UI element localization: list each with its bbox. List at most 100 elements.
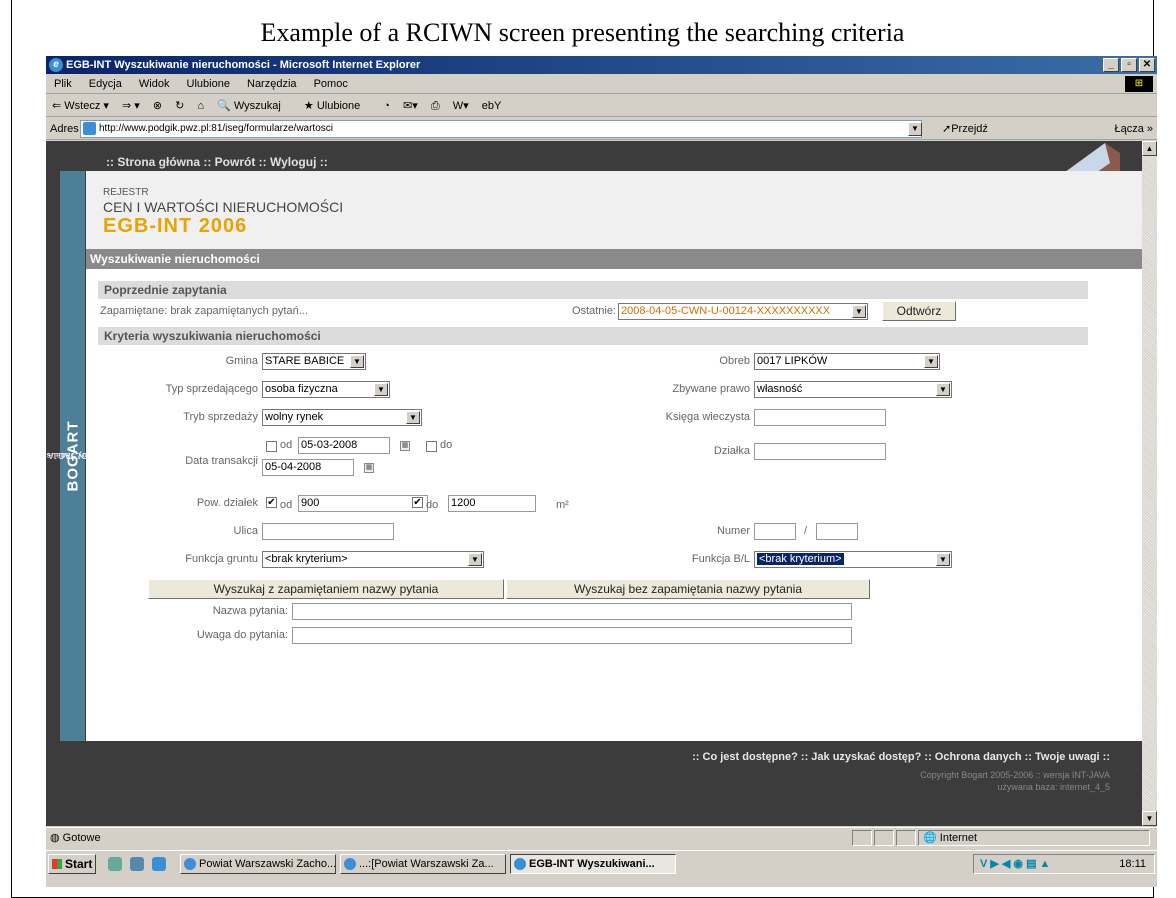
- task-powiat-1[interactable]: Powiat Warszawski Zacho...: [180, 854, 336, 874]
- tryb-select[interactable]: wolny rynek ▼: [262, 409, 422, 426]
- menu-favorites[interactable]: Ulubione: [187, 78, 230, 90]
- funkcja-gruntu-select[interactable]: <brak kryterium> ▼: [262, 551, 484, 568]
- address-bar: Adres http://www.podgik.pwz.pl:81/iseg/f…: [46, 118, 1157, 140]
- ulica-label: Ulica: [233, 525, 258, 537]
- slide-frame: Example of a RCIWN screen presenting the…: [11, 0, 1157, 898]
- footer-links[interactable]: :: Co jest dostępne? :: Jak uzyskać dost…: [692, 751, 1110, 763]
- forward-button[interactable]: ⇒ ▾: [122, 100, 140, 112]
- area-from-label: od: [280, 499, 293, 511]
- typ-select[interactable]: osoba fizyczna ▼: [262, 381, 390, 398]
- section-title: Wyszukiwanie nieruchomości: [86, 249, 1142, 269]
- go-button[interactable]: ➚Przejdź: [942, 118, 988, 140]
- date-to-checkbox[interactable]: [426, 441, 437, 452]
- numer-label: Numer: [716, 525, 750, 537]
- funkcja-bl-select[interactable]: <brak kryterium> ▼: [754, 551, 952, 568]
- area-from-input[interactable]: 900: [298, 495, 428, 512]
- menu-help[interactable]: Pomoc: [314, 78, 348, 90]
- area-to-checkbox[interactable]: ✔: [412, 497, 423, 508]
- task-powiat-2[interactable]: ...:[Powiat Warszawski Za...: [340, 854, 506, 874]
- windows-logo-icon: ⊞: [1125, 76, 1153, 92]
- header-register: REJESTR: [103, 187, 149, 198]
- tray-icons[interactable]: V⁠⁠ ▶ ◀ ◉ ▤ ▲: [980, 855, 1050, 873]
- funkcja-gruntu-label: Funkcja gruntu: [185, 553, 258, 565]
- ie-quick-icon[interactable]: [152, 857, 166, 871]
- stop-icon[interactable]: ⊗: [153, 100, 162, 112]
- main-panel: REJESTR CEN I WARTOŚCI NIERUCHOMOŚCI EGB…: [86, 171, 1142, 741]
- menu-edit[interactable]: Edycja: [89, 78, 122, 90]
- search-without-save-button[interactable]: Wyszukaj bez zapamiętania nazwy pytania: [506, 579, 870, 599]
- system-tray: V⁠⁠ ▶ ◀ ◉ ▤ ▲ 18:11: [973, 854, 1155, 874]
- refresh-icon[interactable]: ↻: [175, 100, 184, 112]
- page-icon: [83, 122, 96, 135]
- dzialka-input[interactable]: [754, 443, 886, 460]
- vertical-scrollbar[interactable]: ▲ ▼: [1142, 141, 1157, 826]
- print-icon[interactable]: ⎙: [431, 100, 440, 112]
- back-button[interactable]: ⇐ Wstecz ▾: [52, 100, 109, 112]
- uwaga-input[interactable]: [292, 627, 852, 644]
- ebay-icon[interactable]: ebY: [482, 100, 502, 112]
- pow-label: Pow. działek: [196, 497, 258, 509]
- last-label: Ostatnie:: [572, 305, 617, 317]
- maximize-button[interactable]: ▫: [1121, 58, 1137, 72]
- previous-queries-title: Poprzednie zapytania: [98, 281, 1088, 299]
- menu-bar: Plik Edycja Widok Ulubione Narzędzia Pom…: [46, 74, 1157, 94]
- scroll-up-button[interactable]: ▲: [1142, 141, 1157, 156]
- clock: 18:11: [1119, 858, 1146, 870]
- minimize-button[interactable]: _: [1103, 58, 1119, 72]
- outlook-icon[interactable]: [130, 857, 144, 871]
- ulica-input[interactable]: [262, 523, 394, 540]
- address-dropdown-icon[interactable]: ▼: [908, 122, 922, 136]
- address-input[interactable]: http://www.podgik.pwz.pl:81/iseg/formula…: [80, 120, 922, 138]
- uwaga-label: Uwaga do pytania:: [196, 629, 288, 641]
- date-from-checkbox[interactable]: [266, 441, 277, 452]
- task-egb-int[interactable]: EGB-INT Wyszukiwani...: [510, 854, 676, 874]
- app-header: REJESTR CEN I WARTOŚCI NIERUCHOMOŚCI EGB…: [86, 171, 1142, 249]
- criteria-title: Kryteria wyszukiwania nieruchomości: [98, 327, 1088, 345]
- prawo-select[interactable]: własność ▼: [754, 381, 952, 398]
- numer-input[interactable]: [754, 523, 796, 540]
- window-title: EGB-INT Wyszukiwanie nieruchomości - Mic…: [66, 59, 421, 71]
- date-to-label: do: [440, 439, 453, 451]
- word-icon[interactable]: W▾: [453, 100, 469, 112]
- calendar-icon[interactable]: ▦: [400, 441, 410, 451]
- ie-window: e EGB-INT Wyszukiwanie nieruchomości - M…: [46, 56, 1157, 887]
- header-title: CEN I WARTOŚCI NIERUCHOMOŚCI: [103, 199, 344, 215]
- history-icon[interactable]: ◔: [383, 100, 390, 112]
- slide-caption: Example of a RCIWN screen presenting the…: [260, 18, 905, 47]
- close-button[interactable]: ✕: [1139, 58, 1155, 72]
- zone-indicator: 🌐 Internet: [918, 830, 1150, 846]
- numer-suffix-input[interactable]: [816, 523, 858, 540]
- search-button[interactable]: 🔍 Wyszukaj: [217, 100, 291, 112]
- search-with-save-button[interactable]: Wyszukaj z zapamiętaniem nazwy pytania: [148, 579, 504, 599]
- address-label: Adres: [50, 123, 79, 135]
- links-button[interactable]: Łącza »: [1114, 118, 1153, 140]
- home-icon[interactable]: ⌂: [197, 100, 204, 112]
- prawo-label: Zbywane prawo: [672, 383, 750, 395]
- numer-separator: /: [804, 525, 808, 537]
- gmina-select[interactable]: STARE BABICE ▼: [262, 353, 366, 370]
- date-from-input[interactable]: 05-03-2008: [298, 437, 390, 454]
- copyright: Copyright Bogart 2005-2006 :: wersja INT…: [920, 770, 1110, 792]
- menu-view[interactable]: Widok: [139, 78, 170, 90]
- data-label: Data transakcji: [185, 455, 258, 467]
- nazwa-input[interactable]: [292, 603, 852, 620]
- obreb-select[interactable]: 0017 LIPKÓW ▼: [754, 353, 940, 370]
- calendar-icon[interactable]: ▦: [364, 463, 374, 473]
- page-viewport: :: Strona główna :: Powrót :: Wyloguj ::…: [46, 141, 1142, 826]
- favorites-button[interactable]: ★ Ulubione: [304, 100, 370, 112]
- date-to-input[interactable]: 05-04-2008: [262, 459, 354, 476]
- open-query-button[interactable]: Odtwórz: [882, 301, 956, 321]
- area-unit: m²: [556, 499, 569, 511]
- start-button[interactable]: Start: [48, 854, 96, 874]
- header-product: EGB-INT 2006: [103, 215, 248, 237]
- desktop-icon[interactable]: [108, 857, 122, 871]
- last-query-select[interactable]: 2008-04-05-CWN-U-00124-XXXXXXXXXX ▼: [618, 303, 868, 320]
- area-to-input[interactable]: 1200: [448, 495, 536, 512]
- ksiega-input[interactable]: [754, 409, 886, 426]
- mail-icon[interactable]: ✉▾: [403, 100, 418, 112]
- scroll-down-button[interactable]: ▼: [1142, 811, 1157, 826]
- menu-tools[interactable]: Narzędzia: [247, 78, 297, 90]
- top-nav[interactable]: :: Strona główna :: Powrót :: Wyloguj ::: [106, 155, 328, 169]
- menu-file[interactable]: Plik: [54, 78, 72, 90]
- area-from-checkbox[interactable]: ✔: [266, 497, 277, 508]
